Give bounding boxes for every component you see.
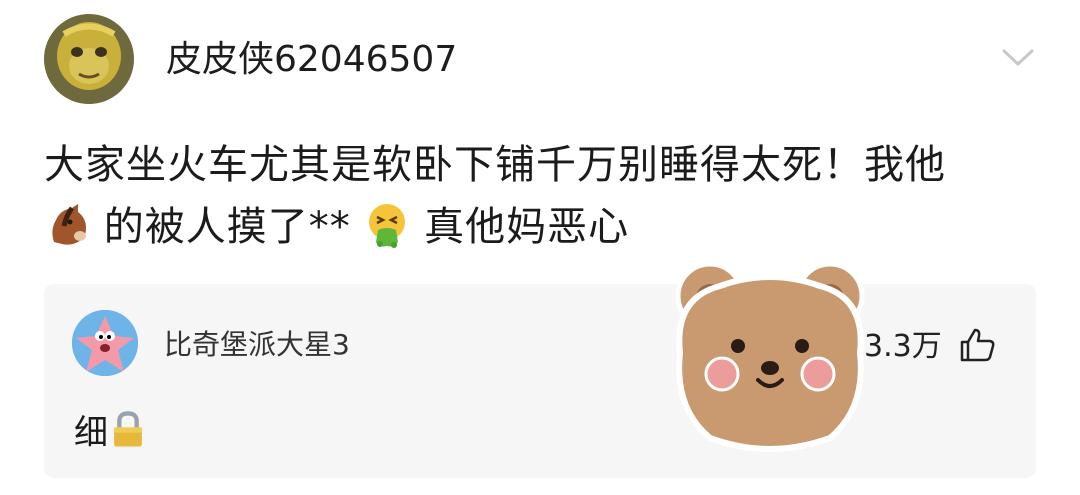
reply-username[interactable]: 比奇堡派大星3 — [164, 328, 350, 362]
thumbs-up-icon[interactable] — [958, 326, 996, 364]
post-text-line1: 大家坐火车尤其是软卧下铺千万别睡得太死！我他 — [44, 142, 946, 188]
reply-card: 比奇堡派大星3 细 3.3万 — [44, 284, 1036, 478]
post-text: 大家坐火车尤其是软卧下铺千万别睡得太死！我他 的被人摸了** 真他妈恶心 — [44, 134, 1044, 258]
patrick-star-avatar-icon — [72, 310, 138, 376]
post-text-line2: 的被人摸了** — [103, 204, 351, 250]
chevron-down-icon[interactable] — [1000, 44, 1036, 70]
post-username[interactable]: 皮皮侠62046507 — [166, 38, 457, 82]
reply-text-content: 细 — [74, 413, 108, 453]
vomiting-face-emoji-icon — [369, 204, 406, 248]
monkey-king-avatar-icon — [44, 14, 134, 104]
lock-emoji-icon — [114, 411, 142, 447]
reply-text: 细 — [74, 410, 148, 455]
post-text-line3: 真他妈恶心 — [424, 204, 630, 250]
reply-avatar[interactable] — [72, 310, 138, 376]
bear-sticker-icon — [675, 261, 865, 452]
user-avatar[interactable] — [44, 14, 134, 104]
horse-face-emoji-icon — [52, 204, 86, 245]
